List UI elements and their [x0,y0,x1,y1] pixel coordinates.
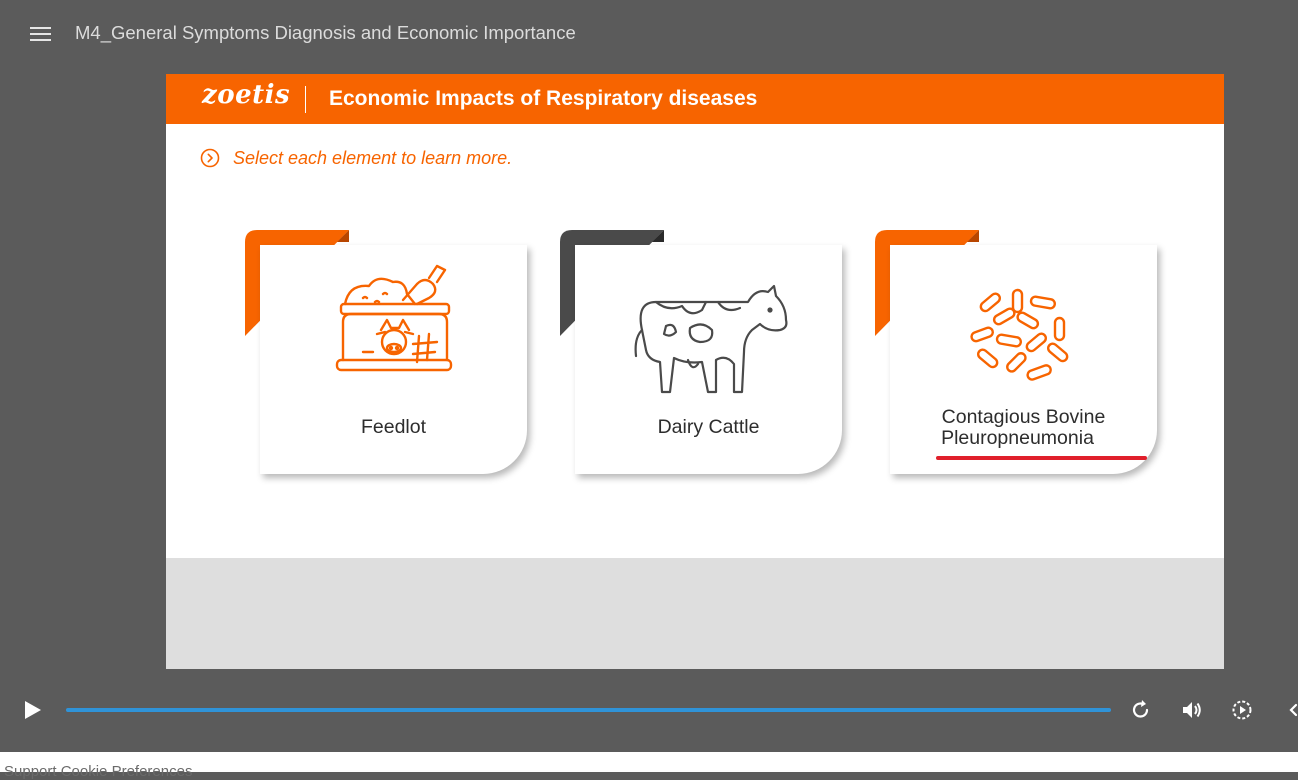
slide-footer [166,558,1224,669]
chevron-left-icon[interactable] [1284,698,1298,722]
card-label: Dairy Cattle [575,417,842,438]
card-label: Contagious Bovine Pleuropneumonia [890,407,1157,449]
card-cbpp[interactable]: Contagious Bovine Pleuropneumonia [875,230,1162,478]
replay-icon[interactable] [1129,698,1153,722]
arrow-circle-icon [200,148,220,168]
card-label-line: Contagious Bovine [941,406,1106,428]
player-topbar: M4_General Symptoms Diagnosis and Econom… [0,0,1298,66]
card-label-line: Dairy Cattle [657,416,760,438]
menu-icon[interactable] [29,25,53,43]
slide-title: Economic Impacts of Respiratory diseases [329,87,758,110]
card-label-line: Pleuropneumonia [941,427,1094,449]
player-controls [0,690,1298,730]
visited-underline [936,456,1147,460]
play-icon[interactable] [22,700,42,720]
slide-header: zoetis Economic Impacts of Respiratory d… [166,74,1224,124]
card-dairy-cattle[interactable]: Dairy Cattle [560,230,847,478]
instruction-text: Select each element to learn more. [233,148,513,168]
zoetis-logo: zoetis [202,80,291,110]
bottom-strip: Support Cookie Preferences [0,752,1298,780]
course-title: M4_General Symptoms Diagnosis and Econom… [75,22,576,43]
volume-icon[interactable] [1181,698,1205,722]
feedlot-icon [335,264,453,372]
playback-speed-icon[interactable] [1230,698,1254,722]
slide: zoetis Economic Impacts of Respiratory d… [166,74,1224,669]
progress-bar[interactable] [66,708,1111,712]
card-label-line: Feedlot [360,416,427,438]
cow-icon [634,284,788,394]
card-label: Feedlot [260,417,527,438]
header-divider [305,86,306,113]
card-feedlot[interactable]: Feedlot [245,230,532,478]
bacteria-icon [970,288,1069,381]
